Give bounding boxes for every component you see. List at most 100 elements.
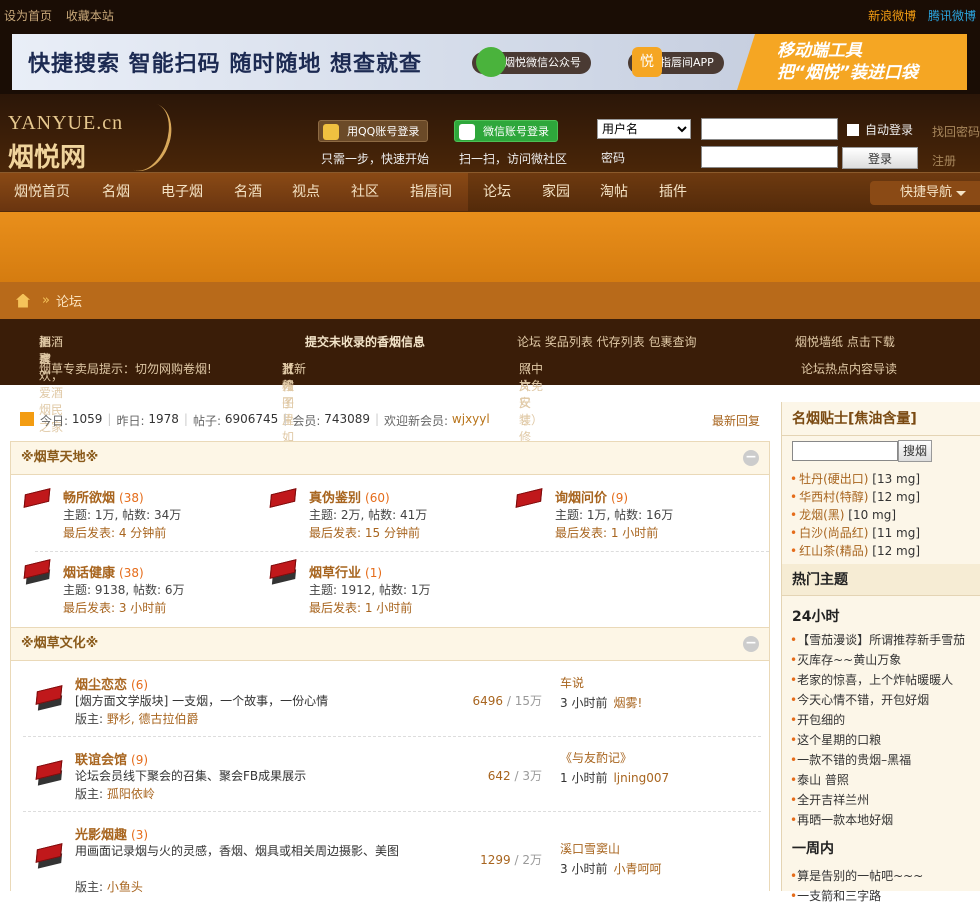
hot-topic-item[interactable]: •泰山 普照 <box>790 770 980 790</box>
hot-topic-item[interactable]: •这个星期的口粮 <box>790 730 980 750</box>
notice-wallpaper[interactable]: 烟悦墙纸 点击下载 <box>795 333 895 350</box>
hot-topic-title: 开包细的 <box>797 713 846 727</box>
tar-item-name[interactable]: 华西村(特醇) <box>799 490 868 504</box>
last-topic-link[interactable]: 《与友酌记》 <box>560 749 632 766</box>
find-password-link[interactable]: 找回密码 <box>932 123 980 140</box>
forum-name[interactable]: 烟尘恋恋 <box>75 678 127 693</box>
nav-forum[interactable]: 论坛 <box>483 173 511 211</box>
hot-topic-title: 灭库存~~黄山万象 <box>797 653 902 667</box>
nav-viewpoint[interactable]: 视点 <box>292 173 320 211</box>
hot-topic-title: 今天心情不错，开包好烟 <box>797 693 930 707</box>
stats-new-member[interactable]: wjxyyl <box>452 412 490 429</box>
cigarette-search-button[interactable]: 搜烟 <box>898 440 932 462</box>
nav-zhichunjian[interactable]: 指唇间 <box>410 173 452 211</box>
hot-topic-item[interactable]: •一支箭和三字路 <box>790 886 980 906</box>
forum-item[interactable]: 烟草行业 (1) 主题: 1912, 帖数: 1万 最后发表: 1 小时前 <box>269 559 509 617</box>
login-button[interactable]: 登录 <box>842 147 918 169</box>
tar-item-name[interactable]: 红山茶(精品) <box>799 544 868 558</box>
nav-taotie[interactable]: 淘帖 <box>600 173 628 211</box>
hot-topic-item[interactable]: •一款不错的贵烟–黑福 <box>790 750 980 770</box>
hot-topic-item[interactable]: •全开吉祥兰州 <box>790 790 980 810</box>
tencent-weibo-link[interactable]: 腾讯微博 <box>928 9 976 23</box>
forum-last-post[interactable]: 最后发表: 4 分钟前 <box>63 524 263 542</box>
tar-item: • 白沙(尚品红) [11 mg] <box>790 526 921 540</box>
hot-topic-item[interactable]: •今天心情不错，开包好烟 <box>790 690 980 710</box>
category-title: ※烟草天地※ <box>21 450 99 465</box>
nav-liquor[interactable]: 名酒 <box>234 173 262 211</box>
forum-last-post[interactable]: 最后发表: 1 小时前 <box>555 524 755 542</box>
moderator-names[interactable]: 小鱼头 <box>107 880 143 894</box>
forum-stats: 主题: 9138, 帖数: 6万 <box>63 583 185 597</box>
moderator-names[interactable]: 野杉, 德古拉伯爵 <box>107 712 199 726</box>
nav-cigarettes[interactable]: 名烟 <box>102 173 130 211</box>
last-topic-link[interactable]: 车说 <box>560 674 584 691</box>
forum-item[interactable]: 烟话健康 (38) 主题: 9138, 帖数: 6万 最后发表: 3 小时前 <box>23 559 263 617</box>
ad-banner[interactable]: 快捷搜索 智能扫码 随时随地 想查就查 烟悦微信公众号 悦 指唇间APP 移动端… <box>0 30 980 94</box>
quick-nav-button[interactable]: 快捷导航 <box>870 181 980 205</box>
forum-last-post[interactable]: 最后发表: 1 小时前 <box>309 599 509 617</box>
hot-topic-item[interactable]: •开包细的 <box>790 710 980 730</box>
forum-row[interactable]: 光影烟趣 (3) 用画面记录烟与火的灵感，香烟、烟具或相关周边摄影、美图 版主: … <box>35 824 771 894</box>
forum-item[interactable]: 真伪鉴别 (60) 主题: 2万, 帖数: 41万 最后发表: 15 分钟前 <box>269 487 509 542</box>
password-input[interactable] <box>701 146 838 168</box>
forum-name[interactable]: 询烟问价 <box>555 491 607 506</box>
breadcrumb-current[interactable]: 论坛 <box>56 291 82 310</box>
nav-plugins[interactable]: 插件 <box>659 173 687 211</box>
forum-name[interactable]: 畅所欲烟 <box>63 491 115 506</box>
forum-name[interactable]: 真伪鉴别 <box>309 491 361 506</box>
forum-last-post[interactable]: 最后发表: 3 小时前 <box>63 599 263 617</box>
hot-topic-item[interactable]: •算是告别的一帖吧~~~ <box>790 866 980 886</box>
notice-hot-guide[interactable]: 论坛热点内容导读 <box>801 360 897 377</box>
forum-name[interactable]: 烟话健康 <box>63 566 115 581</box>
moderator-names[interactable]: 孤阳依岭 <box>107 787 155 801</box>
auto-login-checkbox[interactable]: 自动登录 <box>847 121 913 138</box>
sina-weibo-link[interactable]: 新浪微博 <box>868 9 916 23</box>
forum-row[interactable]: 联谊会馆 (9) 论坛会员线下聚会的召集、聚会FB成果展示 版主: 孤阳依岭 64… <box>35 749 771 819</box>
home-icon[interactable] <box>16 293 30 308</box>
qq-login-button[interactable]: 用QQ账号登录 <box>318 120 429 142</box>
forum-today-count: (6) <box>131 678 149 692</box>
tar-item-name[interactable]: 白沙(尚品红) <box>799 526 868 540</box>
notice-prize-links[interactable]: 论坛 奖品列表 代存列表 包裹查询 <box>517 333 696 350</box>
tar-item-name[interactable]: 牡丹(硬出口) <box>799 472 868 486</box>
forum-today-count: (60) <box>365 491 390 505</box>
bookmark-link[interactable]: 收藏本站 <box>66 9 114 23</box>
forum-cigarette-icon <box>35 760 65 787</box>
nav-e-cigarettes[interactable]: 电子烟 <box>161 173 203 211</box>
category-header-tobacco-culture[interactable]: ※烟草文化※ − <box>10 627 770 661</box>
forum-item[interactable]: 畅所欲烟 (38) 主题: 1万, 帖数: 34万 最后发表: 4 分钟前 <box>23 487 263 542</box>
nav-community[interactable]: 社区 <box>351 173 379 211</box>
register-link[interactable]: 注册 <box>932 152 956 169</box>
hot-topic-item[interactable]: •再晒一款本地好烟 <box>790 810 980 830</box>
wechat-login-button[interactable]: 微信账号登录 <box>454 120 558 142</box>
forum-item[interactable]: 询烟问价 (9) 主题: 1万, 帖数: 16万 最后发表: 1 小时前 <box>515 487 755 542</box>
forum-name[interactable]: 烟草行业 <box>309 566 361 581</box>
hot-topic-item[interactable]: •【雪茄漫谈】所谓推荐新手雪茄 <box>790 630 980 650</box>
forum-name[interactable]: 光影烟趣 <box>75 828 127 843</box>
username-input[interactable] <box>701 118 838 140</box>
forum-cigarette-icon <box>269 559 299 586</box>
last-post-user[interactable]: 烟雾! <box>613 696 642 710</box>
latest-replies-link[interactable]: 最新回复 <box>712 412 760 429</box>
nav-home[interactable]: 烟悦首页 <box>14 173 70 211</box>
forum-name[interactable]: 联谊会馆 <box>75 753 127 768</box>
forum-topic-count: 6496 <box>472 694 504 708</box>
category-header-tobacco-world[interactable]: ※烟草天地※ − <box>10 441 770 475</box>
hot-topic-item[interactable]: •老家的惊喜，上个炸帖暖暖人 <box>790 670 980 690</box>
forum-row[interactable]: 烟尘恋恋 (6) [烟方面文学版块] 一支烟，一个故事，一份心情 版主: 野杉, … <box>35 674 771 744</box>
last-post-user[interactable]: 小青呵呵 <box>613 862 661 876</box>
username-type-select[interactable]: 用户名 <box>597 119 691 139</box>
site-logo[interactable]: YANYUE.cn 烟悦网 <box>8 95 181 179</box>
notice-submit-info[interactable]: 提交未收录的香烟信息 <box>305 333 425 350</box>
cigarette-search-input[interactable] <box>792 441 898 461</box>
nav-home-space[interactable]: 家园 <box>542 173 570 211</box>
collapse-icon[interactable]: − <box>743 450 759 466</box>
hot-topic-item[interactable]: •灭库存~~黄山万象 <box>790 650 980 670</box>
last-post-user[interactable]: ljning007 <box>613 771 669 785</box>
forum-last-post[interactable]: 最后发表: 15 分钟前 <box>309 524 509 542</box>
collapse-icon[interactable]: − <box>743 636 759 652</box>
tar-item-name[interactable]: 龙烟(黑) <box>799 508 844 522</box>
forum-description: [烟方面文学版块] 一支烟，一个故事，一份心情 <box>75 694 329 708</box>
set-home-link[interactable]: 设为首页 <box>4 9 52 23</box>
last-topic-link[interactable]: 溪口雪窦山 <box>560 840 620 857</box>
